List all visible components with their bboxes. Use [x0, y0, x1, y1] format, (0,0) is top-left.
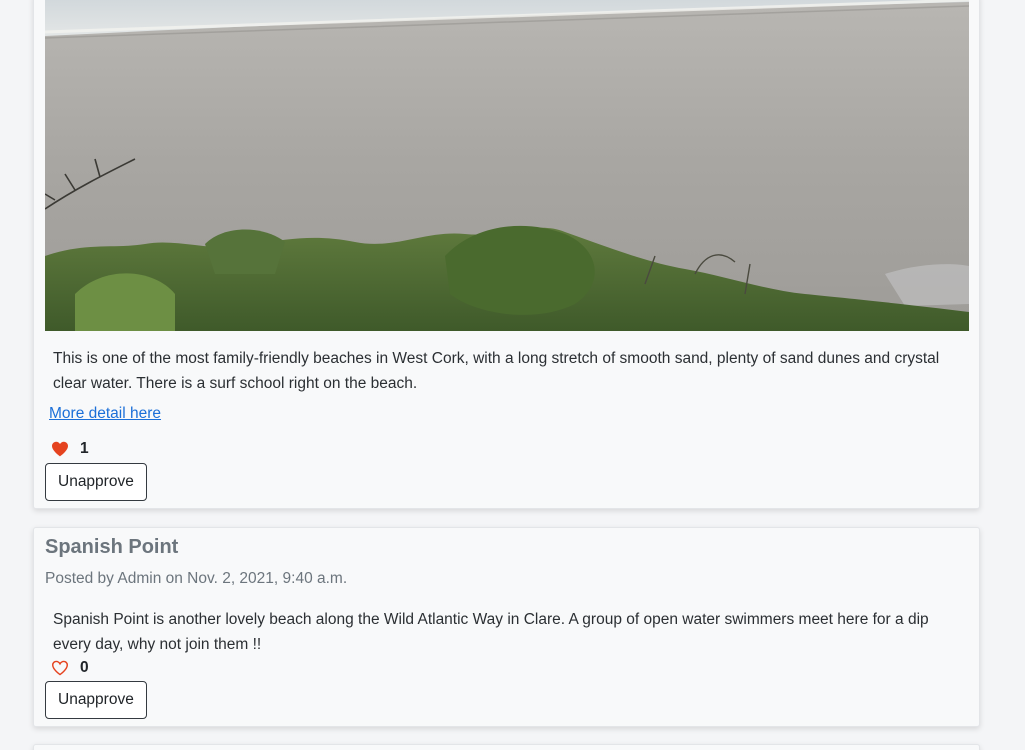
post-image [45, 0, 969, 331]
like-section: 1 [51, 440, 89, 458]
more-detail-link[interactable]: More detail here [49, 405, 161, 423]
heart-outline-icon[interactable] [51, 660, 69, 676]
post-title: Spanish Point [45, 536, 179, 558]
post-body: This is one of the most family-friendly … [53, 350, 940, 392]
heart-filled-icon[interactable] [51, 441, 69, 457]
post-feed: This is one of the most family-friendly … [0, 0, 1025, 750]
post-card: This is one of the most family-friendly … [33, 0, 980, 509]
like-section: 0 [51, 659, 89, 677]
like-count: 0 [80, 659, 89, 676]
post-card [33, 744, 980, 750]
like-count: 1 [80, 440, 89, 457]
post-meta: Posted by Admin on Nov. 2, 2021, 9:40 a.… [45, 570, 348, 587]
unapprove-button[interactable]: Unapprove [45, 463, 147, 501]
post-card: Spanish Point Posted by Admin on Nov. 2,… [33, 527, 980, 727]
unapprove-button[interactable]: Unapprove [45, 681, 147, 719]
post-body: Spanish Point is another lovely beach al… [53, 611, 929, 653]
